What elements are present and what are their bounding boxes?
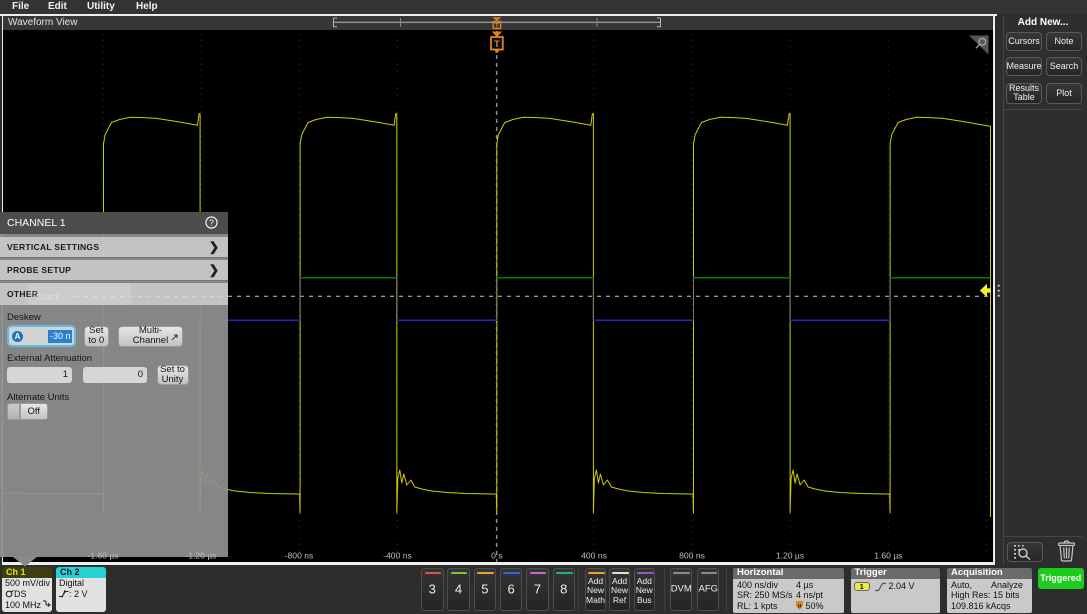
svg-text:-800 ns: -800 ns xyxy=(285,550,314,560)
svg-text:-400 ns: -400 ns xyxy=(383,550,412,560)
svg-text:800 ns: 800 ns xyxy=(679,550,705,560)
svg-text:1.20 µs: 1.20 µs xyxy=(776,550,804,560)
svg-text:1.60 µs: 1.60 µs xyxy=(874,550,902,560)
svg-text:0 s: 0 s xyxy=(491,550,502,560)
svg-text:-1.20 µs: -1.20 µs xyxy=(185,550,216,560)
svg-text:-1.60 µs: -1.60 µs xyxy=(87,550,118,560)
svg-text:400 ns: 400 ns xyxy=(581,550,607,560)
